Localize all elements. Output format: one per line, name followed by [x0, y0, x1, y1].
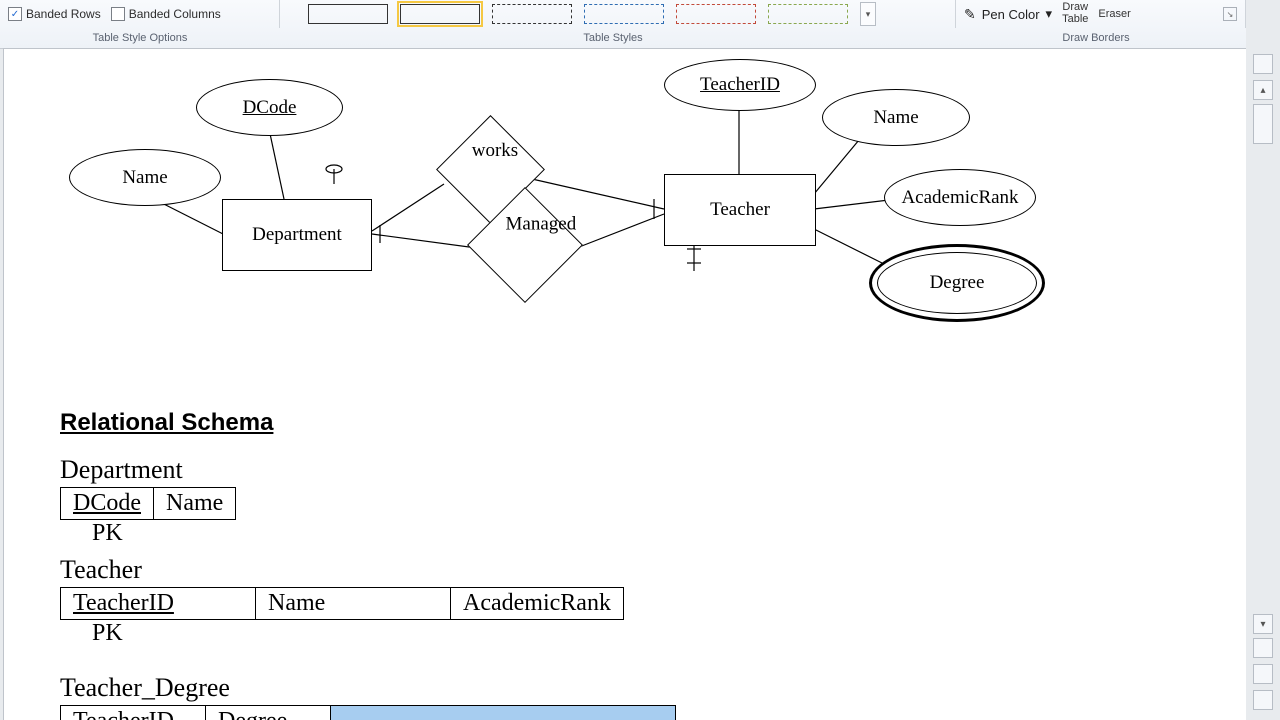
pen-color-label: Pen Color	[982, 7, 1040, 22]
group-label-db: Draw Borders	[946, 29, 1246, 47]
attr-dcode-text: DCode	[243, 97, 297, 119]
section-heading: Relational Schema	[60, 409, 676, 437]
col-teacherid[interactable]: TeacherID	[61, 588, 256, 620]
group-draw-borders: ✎ Pen Color ▾ Draw Table Eraser ↘	[956, 0, 1246, 28]
group-label-ts: Table Styles	[280, 29, 946, 47]
gallery-more-icon[interactable]: ▾	[860, 2, 876, 26]
style-thumb-4[interactable]	[584, 4, 664, 24]
vertical-sidebar: ▴ ▾	[1246, 48, 1280, 720]
attr-degree: Degree	[869, 244, 1045, 322]
entity-department: Department	[222, 199, 372, 271]
attr-name-2-text: Name	[873, 107, 918, 129]
table-name-department: Department	[60, 455, 676, 485]
checkbox-banded-rows[interactable]: ✓ Banded Rows	[8, 7, 101, 21]
label-banded-rows: Banded Rows	[26, 7, 101, 21]
entity-teacher-text: Teacher	[710, 199, 770, 221]
style-thumb-1[interactable]	[308, 4, 388, 24]
style-thumb-3[interactable]	[492, 4, 572, 24]
style-thumb-5[interactable]	[676, 4, 756, 24]
chevron-down-icon: ▾	[1046, 6, 1053, 22]
col-academicrank[interactable]: AcademicRank	[451, 588, 624, 620]
table-styles-gallery[interactable]: ▾	[288, 2, 876, 26]
view-options-button[interactable]	[1253, 104, 1273, 144]
scroll-up-icon[interactable]: ▴	[1253, 80, 1273, 100]
attr-name-2: Name	[822, 89, 970, 146]
pen-icon: ✎	[964, 6, 976, 23]
app-root: ✓ Banded Rows Banded Columns ▾	[0, 0, 1280, 720]
eraser-label: Eraser	[1098, 8, 1130, 20]
entity-department-text: Department	[252, 224, 342, 246]
rel-managed-text: Managed	[506, 213, 586, 235]
table-row: TeacherID Name AcademicRank	[61, 588, 624, 620]
entity-teacher: Teacher	[664, 174, 816, 246]
attr-teacherid: TeacherID	[664, 59, 816, 111]
attr-name-1-text: Name	[122, 167, 167, 189]
ribbon: ✓ Banded Rows Banded Columns ▾	[0, 0, 1246, 49]
attr-dcode: DCode	[196, 79, 343, 136]
prev-page-button[interactable]	[1253, 638, 1273, 658]
scroll-down-icon[interactable]: ▾	[1253, 614, 1273, 634]
check-icon	[111, 7, 125, 21]
draw-table-label: Draw Table	[1062, 2, 1088, 25]
pen-color-button[interactable]: ✎ Pen Color ▾	[964, 6, 1052, 23]
table-name-teacher-degree: Teacher_Degree	[60, 673, 676, 703]
table-teacher[interactable]: TeacherID Name AcademicRank	[60, 587, 624, 620]
col-name[interactable]: Name	[256, 588, 451, 620]
dialog-launcher-icon[interactable]: ↘	[1223, 7, 1237, 21]
table-name-teacher: Teacher	[60, 555, 676, 585]
attr-teacherid-text: TeacherID	[700, 74, 780, 96]
relational-schema-section: Relational Schema Department DCode Name …	[60, 409, 676, 720]
draw-table-button[interactable]: Draw Table	[1062, 2, 1088, 25]
style-thumb-6[interactable]	[768, 4, 848, 24]
style-thumb-2[interactable]	[400, 4, 480, 24]
table-row: TeacherID Degree	[61, 706, 676, 720]
attr-degree-text: Degree	[930, 272, 985, 294]
pk-label: PK	[92, 620, 676, 647]
pk-label: PK	[92, 520, 676, 547]
group-label-tso: Table Style Options	[0, 29, 280, 47]
browse-object-button[interactable]	[1253, 664, 1273, 684]
attr-name-1: Name	[69, 149, 221, 206]
document-page[interactable]: DCode Name Department works Managed Teac…	[3, 48, 1248, 720]
next-page-button[interactable]	[1253, 690, 1273, 710]
group-table-styles: ▾	[280, 0, 956, 28]
group-table-style-options: ✓ Banded Rows Banded Columns	[0, 0, 280, 28]
check-icon: ✓	[8, 7, 22, 21]
label-banded-columns: Banded Columns	[129, 7, 221, 21]
table-row: DCode Name	[61, 488, 236, 520]
col-empty-selected[interactable]	[331, 706, 676, 720]
table-teacher-degree[interactable]: TeacherID Degree	[60, 705, 676, 720]
col-name[interactable]: Name	[154, 488, 236, 520]
rel-works-text: works	[472, 140, 547, 162]
table-department[interactable]: DCode Name	[60, 487, 236, 520]
col-teacherid[interactable]: TeacherID	[61, 706, 206, 720]
attr-academicrank: AcademicRank	[884, 169, 1036, 226]
col-degree[interactable]: Degree	[206, 706, 331, 720]
checkbox-banded-columns[interactable]: Banded Columns	[111, 7, 221, 21]
ruler-toggle-button[interactable]	[1253, 54, 1273, 74]
col-dcode[interactable]: DCode	[61, 488, 154, 520]
attr-academicrank-text: AcademicRank	[901, 187, 1018, 209]
eraser-button[interactable]: Eraser	[1098, 8, 1130, 20]
ribbon-groups: ✓ Banded Rows Banded Columns ▾	[0, 0, 1246, 28]
